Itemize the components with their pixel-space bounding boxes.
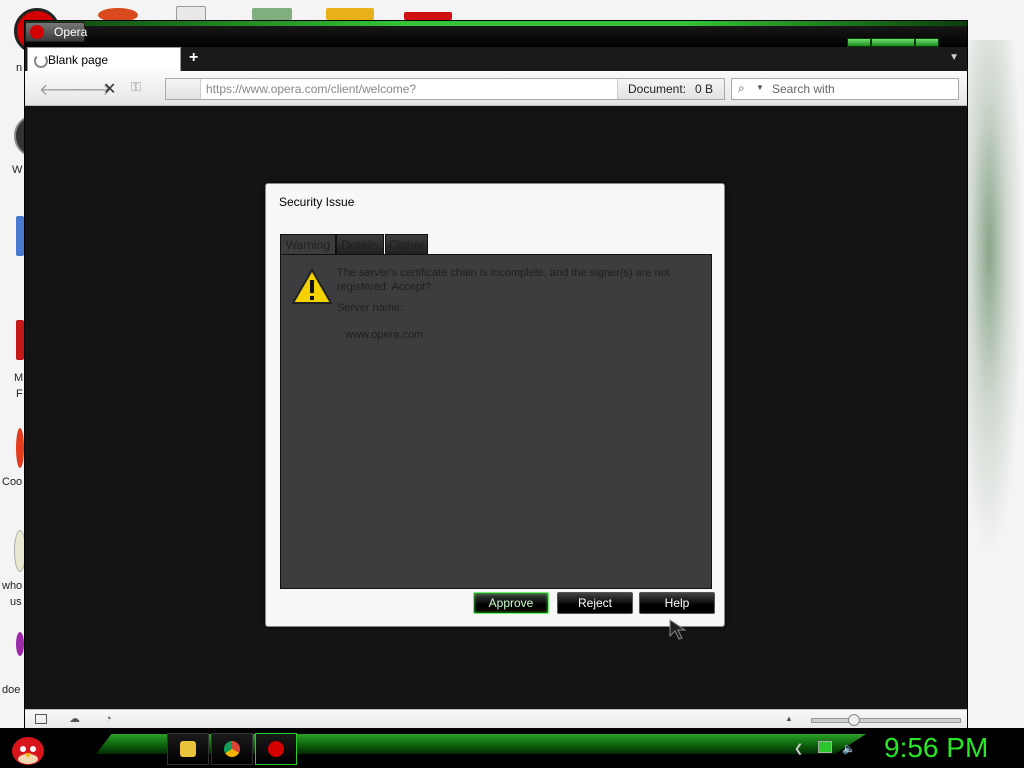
zoom-out-icon[interactable]: ▲ [785,714,797,724]
navigation-bar: 🡐 🡒 ✕ ⚿ https://www.opera.com/client/wel… [25,71,967,106]
tab-title: Blank page [48,53,109,67]
turbo-icon[interactable]: ◔ [105,714,117,725]
desktop-app-icon[interactable] [16,632,24,656]
opera-logo-icon [30,25,44,39]
title-bar[interactable]: Opera [25,21,967,47]
reject-button[interactable]: Reject [557,592,633,614]
start-button-angry-bird-icon[interactable] [8,732,48,766]
document-size-indicator: Document: 0 B [617,79,724,99]
search-placeholder: Search with [772,82,835,96]
address-bar[interactable]: https://www.opera.com/client/welcome? Do… [165,78,725,100]
desktop-app-icon[interactable] [16,320,24,360]
minimize-button[interactable] [847,38,871,47]
new-tab-button[interactable]: + [189,49,198,67]
desktop-app-icon[interactable] [326,8,374,20]
tab-blank-page[interactable]: Blank page [27,47,181,72]
dialog-title: Security Issue [279,195,355,209]
desktop-wallpaper-art [966,40,1024,560]
security-issue-dialog: Security Issue Warning Details Cipher Th… [265,183,725,627]
site-badge[interactable] [166,79,201,99]
desktop-app-icon[interactable] [404,12,452,20]
folder-icon [180,741,196,757]
desktop-label: Coo [2,476,23,488]
taskbar-opera-button[interactable] [255,733,297,765]
status-bar: ☁ ◔ ▲ [25,709,967,730]
taskbar: ❮ 🔈 9:56 PM [0,728,1024,768]
desktop-app-icon[interactable] [252,8,292,20]
desktop-label: who [2,580,23,592]
zoom-slider[interactable] [811,714,961,726]
taskbar-clock[interactable]: 9:56 PM [884,732,988,764]
warning-panel: The server's certificate chain is incomp… [280,254,712,589]
opera-menu-button[interactable]: Opera [25,22,87,42]
taskbar-chrome-button[interactable] [211,733,253,765]
taskbar-explorer-button[interactable] [167,733,209,765]
desktop-label: doe [2,684,21,696]
zoom-slider-knob[interactable] [848,714,860,726]
cloud-icon[interactable]: ☁ [69,714,81,725]
panel-toggle-icon[interactable] [35,714,47,724]
close-button[interactable] [915,38,939,47]
tab-bar: Blank page + ▼ [25,47,967,72]
desktop-label: W [12,164,23,176]
warning-message: The server's certificate chain is incomp… [337,267,670,293]
help-button[interactable]: Help [639,592,715,614]
loading-icon [34,54,48,68]
desktop-label: F [16,388,23,400]
title-accent-bar [25,21,967,26]
address-url[interactable]: https://www.opera.com/client/welcome? [206,82,416,96]
tray-volume-icon[interactable]: 🔈 [842,742,856,755]
maximize-button[interactable] [871,38,915,47]
mouse-cursor-icon [669,619,687,640]
chrome-icon [224,741,240,757]
desktop-label: M [14,372,24,384]
server-name-label: Server name: [337,302,404,314]
stop-icon[interactable]: ✕ [103,79,116,99]
opera-icon [268,741,284,757]
chevron-down-icon[interactable]: ▼ [756,83,764,92]
server-name-value: www.opera.com [345,329,424,341]
tab-menu-icon[interactable]: ▼ [949,52,959,63]
desktop-label: n [16,62,23,74]
tray-show-hidden-icon[interactable]: ❮ [794,742,803,755]
approve-button[interactable]: Approve [473,592,549,614]
search-field[interactable]: ⌕ ▼ Search with [731,78,959,100]
tray-network-icon[interactable] [818,741,832,753]
key-icon[interactable]: ⚿ [131,79,141,95]
desktop-label: us [10,596,22,608]
warning-icon [291,267,333,304]
desktop-app-icon[interactable] [16,216,24,256]
desktop-app-icon[interactable] [16,428,24,468]
search-icon: ⌕ [738,81,745,95]
